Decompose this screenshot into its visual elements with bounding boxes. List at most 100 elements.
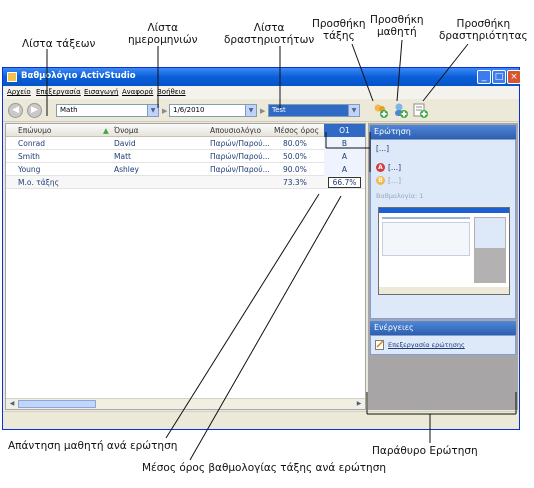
callout-add-class-line2: τάξης [322, 30, 355, 42]
question-pane-body: [...] A [...] B [...] Βαθμολογία: 1 [370, 139, 516, 319]
question-average: 66.7% [328, 177, 361, 188]
cell-surname: Smith [18, 152, 40, 161]
callout-add-activity: Προσθήκη δραστηριότητας [439, 18, 528, 42]
activity-select-value: Test [272, 106, 286, 114]
title-bar[interactable]: Βαθμολόγιο ActivStudio _ □ × [3, 68, 521, 86]
chevron-down-icon[interactable]: ▼ [147, 105, 158, 116]
sort-ascending-icon: ▲ [103, 126, 109, 135]
callout-activity-list: Λίστα δραστηριοτήτων [224, 22, 314, 46]
callout-add-student-line1: Προσθήκη [370, 14, 424, 26]
thumbnail-toolbar [382, 217, 470, 219]
toolbar: ◀ ▶ Math ▼ ▶ 1/6/2010 ▼ ▶ Test ▼ [3, 99, 519, 122]
breadcrumb-arrow-icon: ▶ [260, 107, 266, 115]
gradebook-window: Βαθμολόγιο ActivStudio _ □ × Αρχείο Επεξ… [2, 67, 521, 430]
minimize-button[interactable]: _ [477, 70, 491, 84]
callout-add-student: Προσθήκη μαθητή [370, 14, 424, 38]
question-pane: Ερώτηση [...] A [...] B [...] Βαθμολογία… [368, 123, 518, 410]
callout-date-list-line2: ημερομηνιών [128, 34, 198, 46]
option-b-icon: B [376, 176, 385, 185]
cell-average: 50.0% [283, 152, 307, 161]
class-select-value: Math [60, 106, 78, 114]
add-activity-icon[interactable] [412, 102, 429, 119]
edit-question-icon[interactable] [375, 340, 385, 350]
cell-attendance: Παρών/Παρού... [210, 152, 270, 161]
cell-answer[interactable]: A [324, 163, 365, 176]
menu-help[interactable]: Βοήθεια [157, 88, 186, 96]
summary-label: Μ.ο. τάξης [18, 178, 60, 187]
cell-average: 80.0% [283, 139, 307, 148]
window-title: Βαθμολόγιο ActivStudio [21, 71, 136, 81]
question-text: [...] [376, 144, 390, 153]
menu-bar: Αρχείο Επεξεργασία Εισαγωγή Αναφορά Βοήθ… [3, 86, 519, 99]
callout-add-class: Προσθήκη τάξης [312, 18, 366, 42]
cell-name: Matt [114, 152, 131, 161]
menu-edit[interactable]: Επεξεργασία [36, 88, 81, 96]
cell-name: David [114, 139, 136, 148]
option-a-icon: A [376, 163, 385, 172]
option-b-text: [...] [388, 176, 402, 185]
chevron-down-icon[interactable]: ▼ [245, 105, 256, 116]
callout-class-average: Μέσος όρος βαθμολογίας τάξης ανά ερώτηση [142, 462, 387, 474]
horizontal-scrollbar[interactable]: ◀ ▶ [6, 398, 365, 409]
thumbnail-titlebar [379, 208, 509, 213]
callout-date-list: Λίστα ημερομηνιών [128, 22, 198, 46]
cell-surname: Conrad [18, 139, 46, 148]
callout-add-activity-line2: δραστηριότητας [439, 30, 528, 42]
scroll-thumb[interactable] [18, 400, 96, 408]
header-surname[interactable]: Επώνυμο [18, 126, 51, 135]
cell-answer[interactable]: B [324, 137, 365, 150]
header-name[interactable]: Όνομα [114, 126, 139, 135]
back-button[interactable]: ◀ [8, 103, 23, 118]
menu-insert[interactable]: Εισαγωγή [84, 88, 118, 96]
table-row[interactable]: Young Ashley Παρών/Παρού... 90.0% A [6, 163, 365, 176]
date-select[interactable]: 1/6/2010 ▼ [169, 104, 257, 117]
grades-table: Επώνυμο ▲ Όνομα Απουσιολόγιο Μέσος όρος … [5, 123, 366, 410]
cell-attendance: Παρών/Παρού... [210, 139, 270, 148]
cell-surname: Young [18, 165, 41, 174]
cell-average: 90.0% [283, 165, 307, 174]
menu-report[interactable]: Αναφορά [122, 88, 153, 96]
callout-add-student-line2: μαθητή [376, 26, 417, 38]
callout-question-window: Παράθυρο Ερώτηση [372, 445, 478, 457]
class-select[interactable]: Math ▼ [56, 104, 159, 117]
cell-answer[interactable]: A [324, 150, 365, 163]
summary-average: 73.3% [283, 178, 307, 187]
activity-select[interactable]: Test ▼ [268, 104, 360, 117]
chevron-down-icon[interactable]: ▼ [348, 105, 359, 116]
menu-file[interactable]: Αρχείο [7, 88, 31, 96]
callout-class-list: Λίστα τάξεων [22, 38, 96, 50]
header-question[interactable]: Ο1 [324, 124, 365, 137]
callout-activity-list-line1: Λίστα [253, 22, 285, 34]
close-button[interactable]: × [507, 70, 521, 84]
scroll-right-icon[interactable]: ▶ [354, 400, 364, 408]
header-average[interactable]: Μέσος όρος [274, 126, 319, 135]
status-bar [3, 411, 519, 429]
add-student-icon[interactable] [392, 102, 409, 119]
breadcrumb-arrow-icon: ▶ [162, 107, 168, 115]
date-select-value: 1/6/2010 [173, 106, 205, 114]
table-row[interactable]: Smith Matt Παρών/Παρού... 50.0% A [6, 150, 365, 163]
callout-date-list-line1: Λίστα [147, 22, 179, 34]
option-a-text: [...] [388, 163, 402, 172]
add-class-icon[interactable] [372, 102, 389, 119]
callout-activity-list-line2: δραστηριοτήτων [224, 34, 315, 46]
cell-attendance: Παρών/Παρού... [210, 165, 270, 174]
maximize-button[interactable]: □ [492, 70, 506, 84]
edit-question-link[interactable]: Επεξεργασία ερώτησης [388, 341, 465, 349]
actions-pane-header: Ενέργειες [370, 321, 516, 335]
thumbnail-status [379, 287, 509, 294]
callout-add-class-line1: Προσθήκη [312, 18, 366, 30]
header-attendance[interactable]: Απουσιολόγιο [210, 126, 261, 135]
callout-add-activity-line1: Προσθήκη [456, 18, 511, 30]
thumbnail-grid [382, 222, 470, 256]
forward-button[interactable]: ▶ [27, 103, 42, 118]
scroll-left-icon[interactable]: ◀ [7, 400, 17, 408]
actions-pane-body: Επεξεργασία ερώτησης [370, 335, 516, 355]
cell-name: Ashley [114, 165, 139, 174]
table-header: Επώνυμο ▲ Όνομα Απουσιολόγιο Μέσος όρος … [6, 124, 365, 137]
page-thumbnail[interactable] [378, 207, 510, 295]
thumbnail-question [475, 218, 505, 248]
table-row[interactable]: Conrad David Παρών/Παρού... 80.0% B [6, 137, 365, 150]
question-pane-header: Ερώτηση [370, 125, 516, 139]
app-icon [7, 72, 17, 82]
